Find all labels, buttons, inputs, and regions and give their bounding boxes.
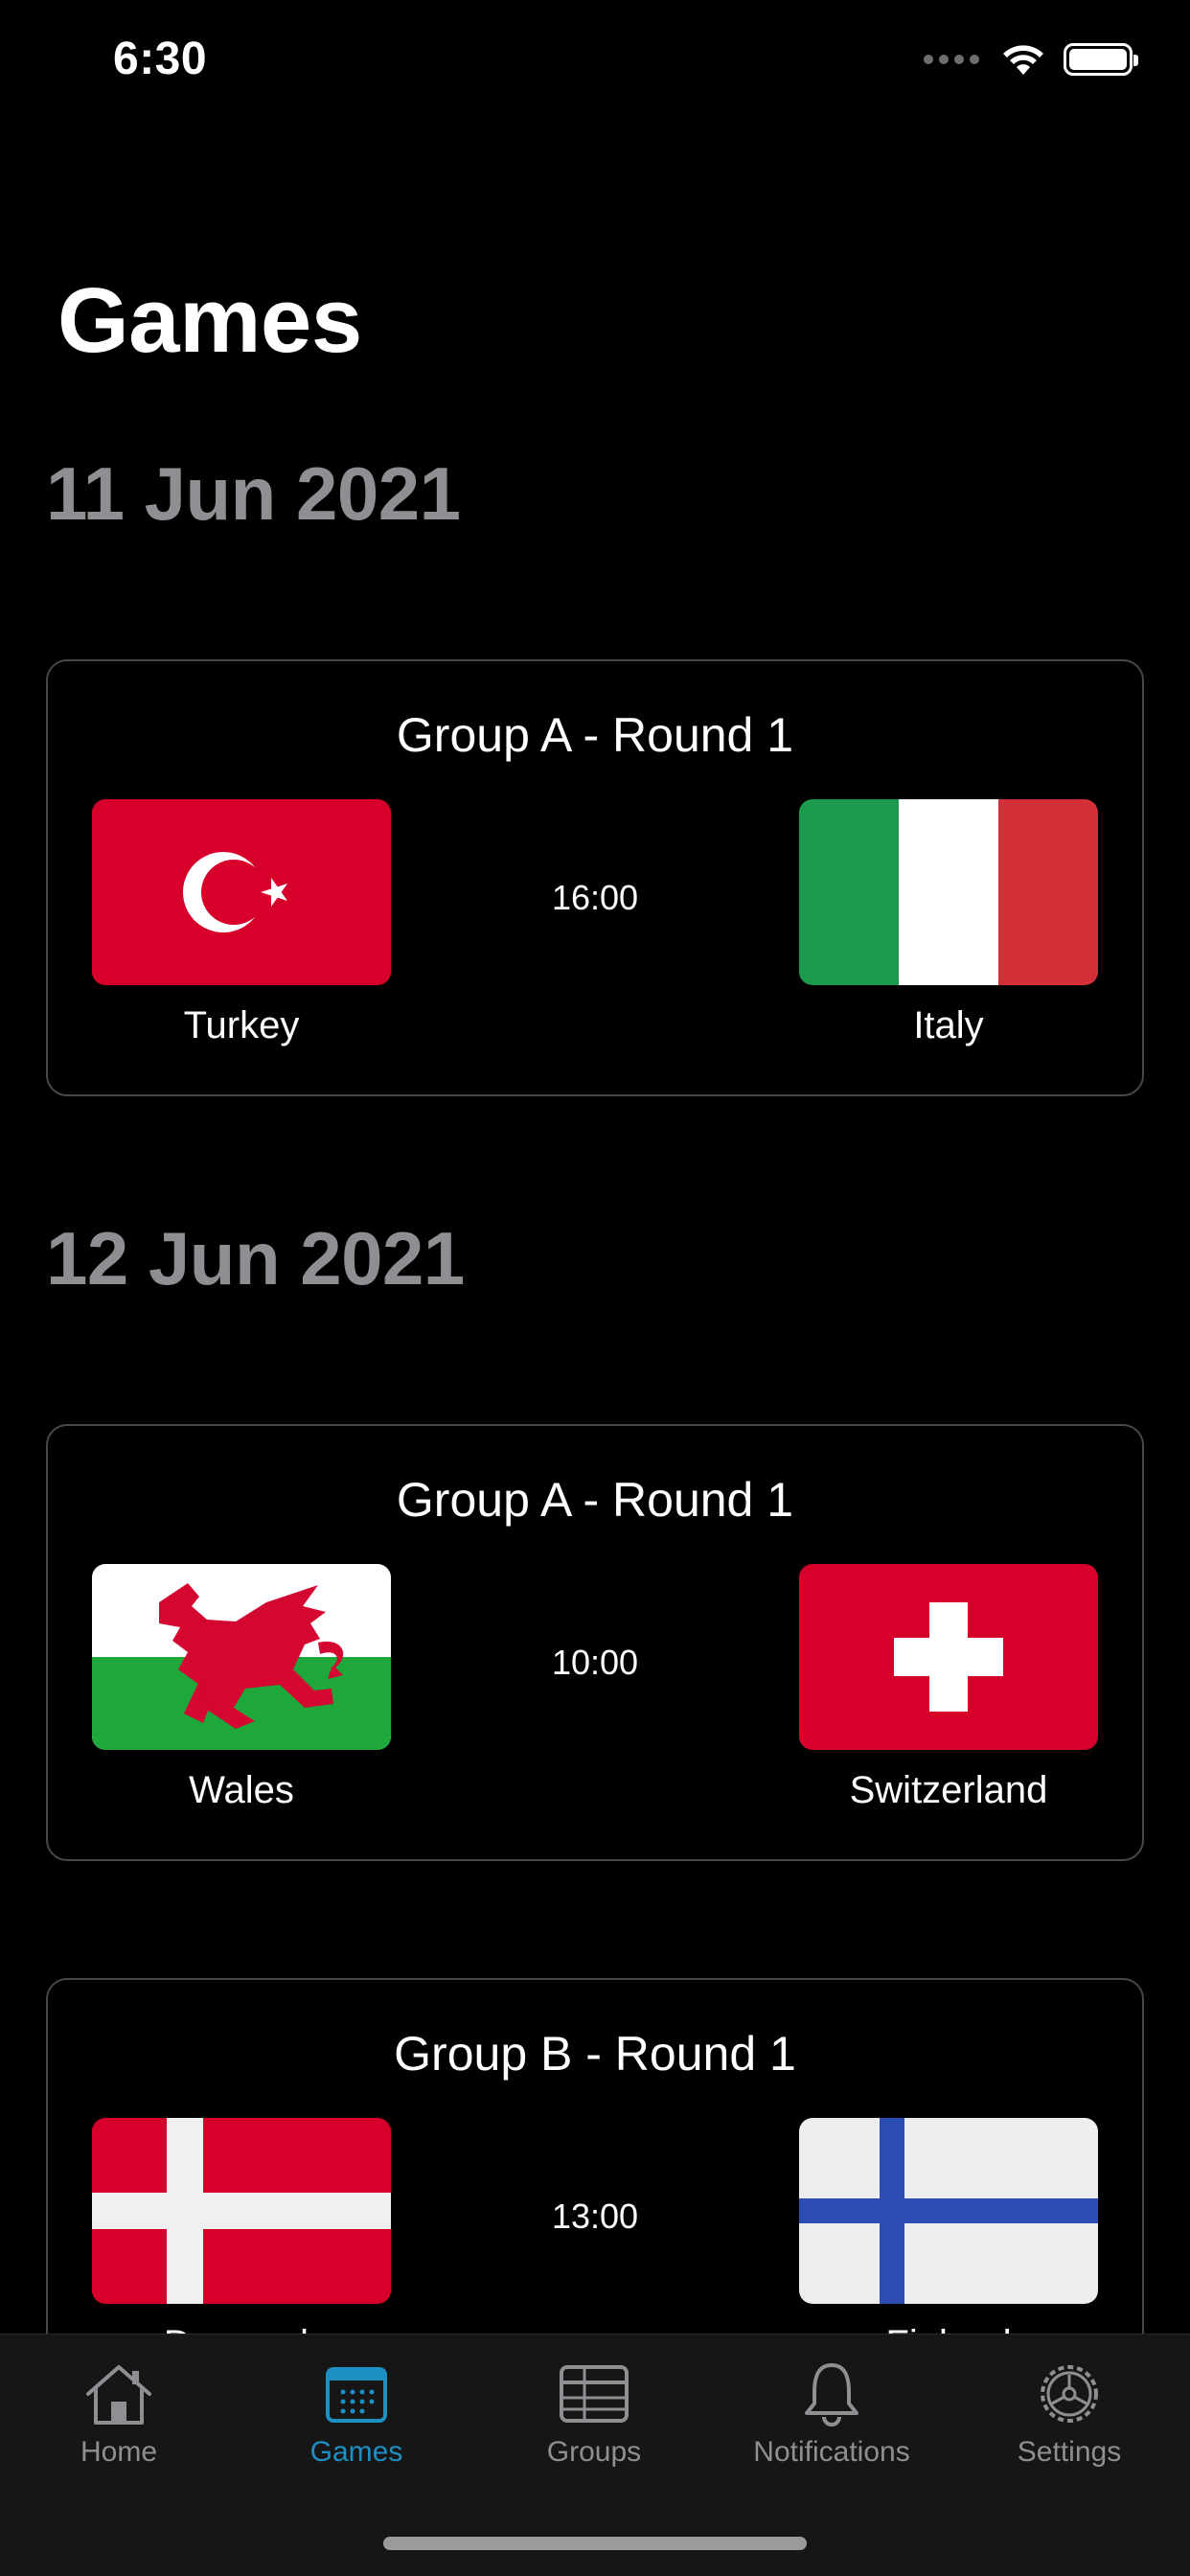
tab-home[interactable]: Home <box>0 2359 238 2469</box>
date-heading: 12 Jun 2021 <box>46 1216 465 1300</box>
finland-flag-icon <box>799 2118 1098 2304</box>
bell-icon <box>805 2363 858 2426</box>
tab-label: Notifications <box>753 2436 910 2468</box>
tab-label: Settings <box>1017 2436 1122 2468</box>
home-indicator[interactable] <box>383 2537 807 2550</box>
tab-label: Groups <box>546 2436 642 2468</box>
tab-games[interactable]: Games <box>238 2359 475 2469</box>
home-team: Turkey <box>92 799 391 1047</box>
tab-notifications[interactable]: Notifications <box>713 2359 950 2469</box>
home-team-name: Turkey <box>183 1004 300 1046</box>
date-heading: 11 Jun 2021 <box>46 451 461 536</box>
tab-groups[interactable]: Groups <box>475 2359 713 2469</box>
away-team-name: Switzerland <box>849 1769 1048 1811</box>
away-team-name: Italy <box>913 1004 984 1046</box>
calendar-icon <box>326 2367 387 2423</box>
match-card[interactable]: Group A - Round 1 Turkey 16:00 Italy <box>46 659 1144 1096</box>
home-team-name: Denmark <box>92 2323 391 2334</box>
table-grid-icon <box>560 2365 629 2423</box>
gear-icon <box>1041 2365 1098 2423</box>
match-title: Group A - Round 1 <box>396 1473 794 1527</box>
away-team-name: Finland <box>799 2323 1098 2334</box>
match-title: Group A - Round 1 <box>396 708 794 762</box>
tab-label: Home <box>80 2436 158 2468</box>
italy-flag-icon <box>799 799 1098 985</box>
match-card[interactable]: Group A - Round 1 Wales 10:00 Switzerlan… <box>46 1424 1144 1861</box>
switzerland-flag-icon <box>799 1564 1098 1750</box>
away-team: Italy <box>799 799 1098 1047</box>
away-team: Switzerland <box>799 1564 1098 1812</box>
house-icon <box>86 2365 151 2425</box>
tab-label: Games <box>309 2436 403 2468</box>
match-title: Group B - Round 1 <box>394 2027 796 2081</box>
page-title: Games <box>57 269 362 372</box>
home-team-name: Wales <box>189 1769 294 1811</box>
match-card[interactable]: Group B - Round 1 Denmark 13:00 Finland <box>46 1978 1144 2334</box>
away-team: Finland <box>799 2118 1098 2334</box>
tab-settings[interactable]: Settings <box>950 2359 1188 2469</box>
home-team: Wales <box>92 1564 391 1812</box>
games-scroll-content[interactable]: Games 11 Jun 2021 Group A - Round 1 Turk… <box>0 0 1190 2334</box>
